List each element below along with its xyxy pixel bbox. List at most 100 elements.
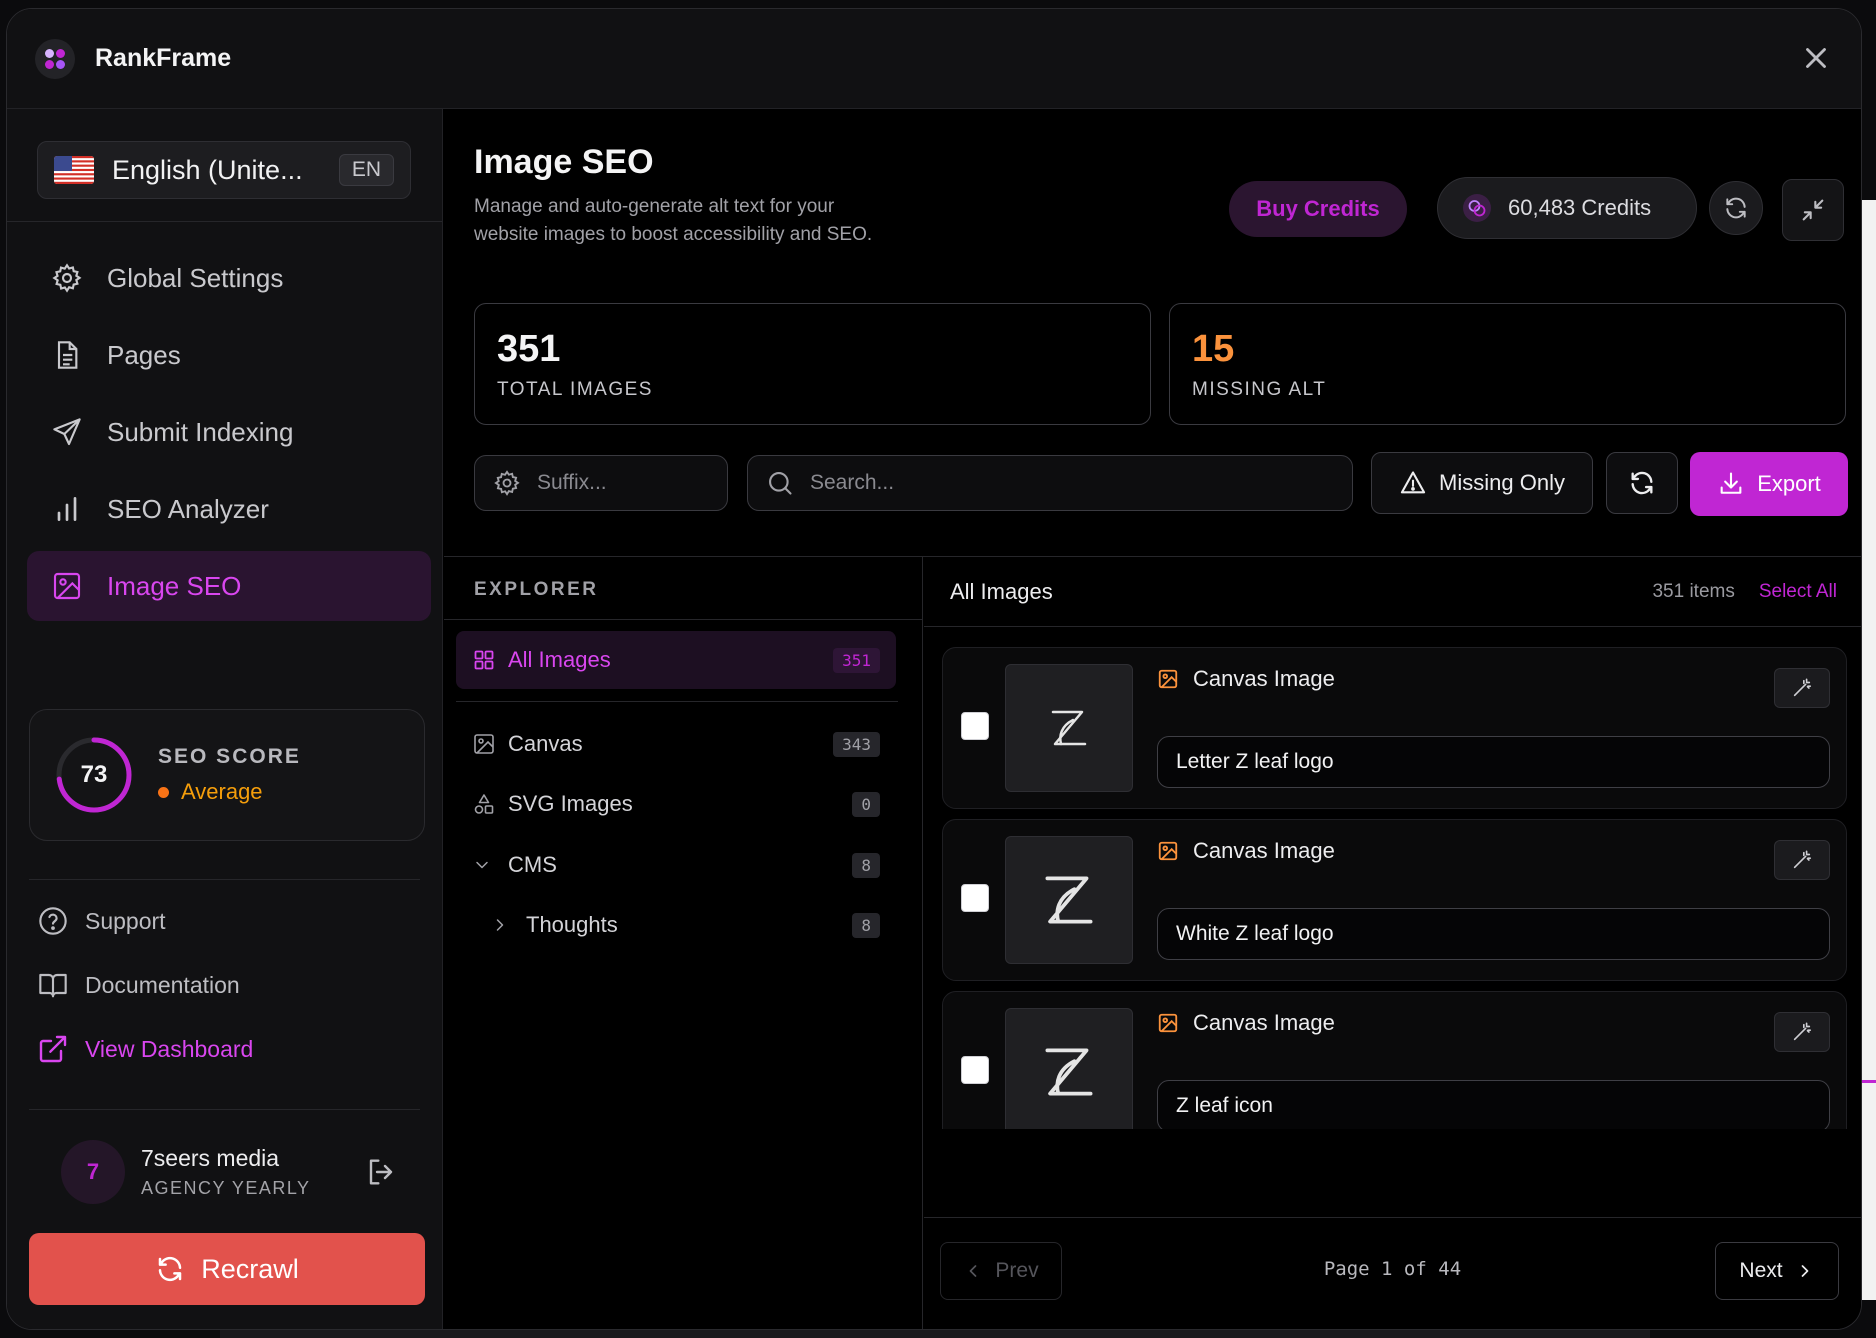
count-badge: 351 <box>833 647 880 673</box>
magic-wand-icon <box>1793 850 1812 869</box>
alt-text-field[interactable]: Z leaf icon <box>1157 1080 1830 1129</box>
explorer-title: EXPLORER <box>474 579 599 600</box>
credits-value: 60,483 Credits <box>1508 195 1652 220</box>
book-icon <box>39 973 67 998</box>
search-icon <box>769 472 792 495</box>
count-badge: 8 <box>852 912 880 938</box>
sidebar-item-submit-indexing[interactable]: Submit Indexing <box>27 397 431 467</box>
refresh-icon <box>1631 471 1653 495</box>
generate-alt-button[interactable] <box>1774 840 1830 880</box>
tree-item-svg-images[interactable]: SVG Images 0 <box>456 775 896 833</box>
sidebar-nav: Global Settings Pages Submit Indexing SE… <box>27 243 431 628</box>
recrawl-button[interactable]: Recrawl <box>29 1233 425 1305</box>
view-dashboard-link[interactable]: View Dashboard <box>37 1017 417 1081</box>
image-checkbox[interactable] <box>961 712 989 740</box>
sidebar-item-seo-analyzer[interactable]: SEO Analyzer <box>27 474 431 544</box>
next-page-button[interactable]: Next <box>1715 1242 1839 1300</box>
view-dashboard-label: View Dashboard <box>85 1035 254 1062</box>
bar-chart-icon <box>57 497 77 521</box>
image-icon <box>1158 669 1178 689</box>
logout-icon[interactable] <box>365 1156 397 1188</box>
list-title: All Images <box>950 578 1053 604</box>
image-checkbox[interactable] <box>961 1056 989 1084</box>
export-label: Export <box>1757 471 1821 496</box>
missing-alt-card: 15 MISSING ALT <box>1169 303 1846 425</box>
total-images-label: TOTAL IMAGES <box>497 379 653 400</box>
image-type-label: Canvas Image <box>1193 838 1335 863</box>
image-thumbnail <box>1005 836 1133 964</box>
alt-text-field[interactable]: Letter Z leaf logo <box>1157 736 1830 788</box>
sidebar-item-image-seo[interactable]: Image SEO <box>27 551 431 621</box>
us-flag-icon <box>54 156 94 184</box>
suffix-placeholder: Suffix... <box>537 471 607 494</box>
image-thumbnail <box>1005 664 1133 792</box>
close-icon[interactable] <box>1799 41 1833 75</box>
generate-alt-button[interactable] <box>1774 1012 1830 1052</box>
buy-credits-button[interactable]: Buy Credits <box>1229 181 1407 237</box>
external-link-icon <box>39 1035 67 1063</box>
chevron-right-icon <box>1801 1265 1808 1277</box>
generate-alt-button[interactable] <box>1774 668 1830 708</box>
image-card: Canvas Image White Z leaf logo <box>942 819 1847 981</box>
page-title: Image SEO <box>474 143 654 181</box>
documentation-link[interactable]: Documentation <box>37 953 417 1017</box>
image-checkbox[interactable] <box>961 884 989 912</box>
image-type: Canvas Image <box>1157 838 1335 864</box>
magic-wand-icon <box>1793 678 1812 697</box>
image-type: Canvas Image <box>1157 1010 1335 1036</box>
divider <box>7 221 442 222</box>
tree-item-canvas[interactable]: Canvas 343 <box>456 715 896 773</box>
shapes-icon <box>474 794 494 814</box>
sidebar-item-label: Global Settings <box>107 262 284 293</box>
help-links: Support Documentation View Dashboard <box>37 879 417 1081</box>
tree-item-label: SVG Images <box>508 791 633 816</box>
support-link-label: Support <box>85 907 166 934</box>
seo-score-value: 73 <box>80 761 108 788</box>
page-description: Manage and auto-generate alt text for yo… <box>474 196 873 245</box>
alt-text-field[interactable]: White Z leaf logo <box>1157 908 1830 960</box>
seo-score-status-text: Average <box>181 779 263 804</box>
suffix-input[interactable]: Suffix... <box>474 455 728 511</box>
sidebar-item-global-settings[interactable]: Global Settings <box>27 243 431 313</box>
language-selector[interactable]: English (Unite... EN <box>37 141 411 199</box>
sidebar: English (Unite... EN Global Settings Pag… <box>7 109 443 1329</box>
support-link[interactable]: Support <box>37 889 417 953</box>
reload-images-button[interactable] <box>1606 452 1678 514</box>
select-all-link[interactable]: Select All <box>1759 581 1837 603</box>
refresh-credits-button[interactable] <box>1709 181 1763 235</box>
seo-score-card: 73 SEO SCORE Average <box>29 709 425 841</box>
tree-item-all-images[interactable]: All Images 351 <box>456 631 896 689</box>
user-profile: 7 7seers media AGENCY YEARLY <box>61 1139 401 1205</box>
gear-icon <box>494 470 520 496</box>
credits-balance[interactable]: 60,483 Credits <box>1437 177 1697 239</box>
sidebar-item-pages[interactable]: Pages <box>27 320 431 390</box>
missing-only-button[interactable]: Missing Only <box>1371 452 1593 514</box>
image-icon <box>474 734 494 754</box>
tree-item-label: Canvas <box>508 731 583 756</box>
refresh-icon <box>158 1256 182 1282</box>
tree-item-label: CMS <box>508 852 557 877</box>
magic-wand-icon <box>1793 1022 1812 1041</box>
warning-icon <box>1400 471 1426 494</box>
next-label: Next <box>1739 1259 1783 1282</box>
search-input[interactable]: Search... <box>747 455 1353 511</box>
total-images-card: 351 TOTAL IMAGES <box>474 303 1151 425</box>
divider <box>29 1109 420 1110</box>
tree-item-thoughts[interactable]: Thoughts 8 <box>456 896 896 954</box>
chevron-right-icon <box>496 919 504 931</box>
sidebar-item-label: SEO Analyzer <box>107 493 269 524</box>
tree-item-cms[interactable]: CMS 8 <box>456 836 896 894</box>
gear-icon <box>52 263 82 293</box>
total-images-value: 351 <box>497 328 561 370</box>
export-button[interactable]: Export <box>1690 452 1848 516</box>
collapse-button[interactable] <box>1782 179 1844 241</box>
main-panel: Image SEO Manage and auto-generate alt t… <box>444 109 1861 1329</box>
status-dot-icon <box>158 786 169 798</box>
image-thumbnail <box>1005 1008 1133 1129</box>
z-leaf-logo-icon <box>1045 1048 1093 1096</box>
user-plan: AGENCY YEARLY <box>141 1178 311 1198</box>
documentation-link-label: Documentation <box>85 971 240 998</box>
seo-score-ring: 73 <box>54 735 134 815</box>
count-badge: 8 <box>852 852 880 878</box>
image-list-panel: All Images 351 items Select All Canvas I… <box>924 557 1861 1329</box>
